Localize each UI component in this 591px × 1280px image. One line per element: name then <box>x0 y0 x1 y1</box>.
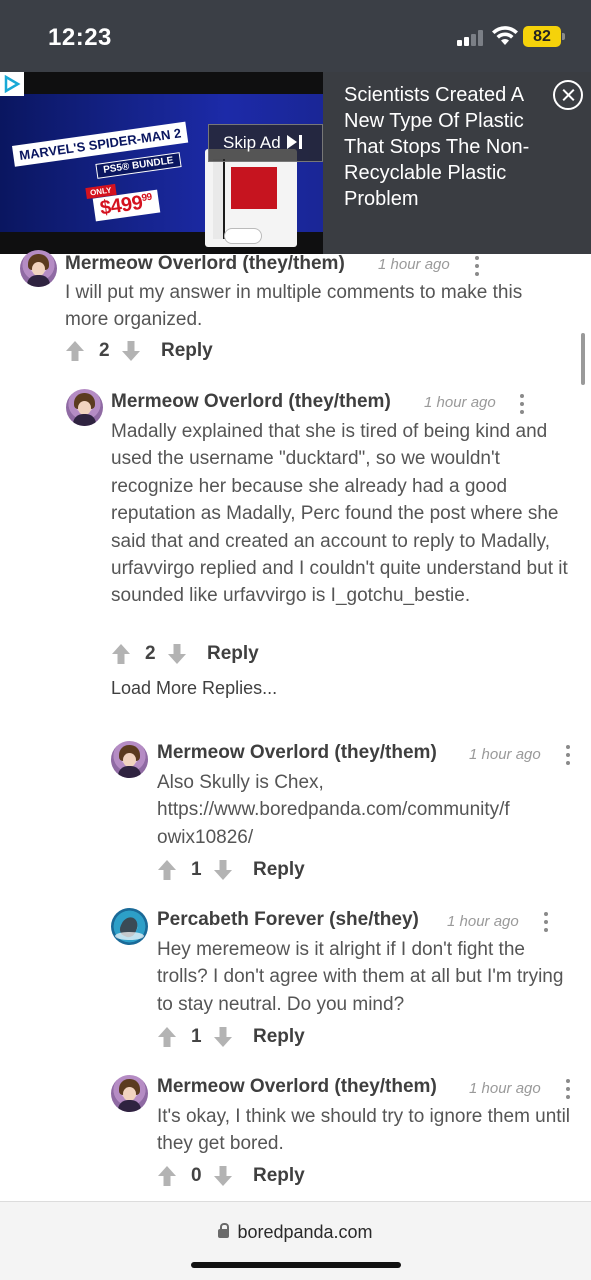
more-options-icon[interactable] <box>565 1078 571 1100</box>
comment-time: 1 hour ago <box>447 913 519 930</box>
comment-text: I will put my answer in multiple comment… <box>65 282 523 331</box>
comment-author[interactable]: Mermeow Overlord (they/them) <box>111 391 391 413</box>
upvote-icon[interactable] <box>157 1165 177 1187</box>
ad-banner[interactable]: MARVEL'S SPIDER-MAN 2 PS5® BUNDLE ONLY $… <box>0 72 591 254</box>
battery-indicator: 82 <box>523 26 565 47</box>
avatar[interactable] <box>111 1075 148 1112</box>
comment-actions: 1 Reply <box>157 1026 357 1050</box>
reply-button[interactable]: Reply <box>253 1165 305 1187</box>
comment-link[interactable]: https://www.boredpanda.com/community/f <box>157 796 577 823</box>
downvote-icon[interactable] <box>213 1165 233 1187</box>
controller-image <box>224 228 262 244</box>
wifi-icon <box>491 25 519 47</box>
reply-button[interactable]: Reply <box>207 643 259 665</box>
promo-price-dollars: $499 <box>98 191 144 220</box>
upvote-icon[interactable] <box>111 643 131 665</box>
ad-video[interactable]: MARVEL'S SPIDER-MAN 2 PS5® BUNDLE ONLY $… <box>0 72 323 254</box>
comment-text: Also Skully is Chex, https://www.boredpa… <box>157 769 577 851</box>
upvote-icon[interactable] <box>157 1026 177 1048</box>
avatar[interactable] <box>66 389 103 426</box>
comment-author[interactable]: Mermeow Overlord (they/them) <box>157 742 437 764</box>
comment-text-line: Also Skully is Chex, <box>157 772 324 793</box>
scrollbar[interactable] <box>581 333 585 385</box>
downvote-icon[interactable] <box>167 643 187 665</box>
vote-count: 2 <box>99 340 110 361</box>
comment-actions: 0 Reply <box>157 1165 357 1189</box>
comment-time: 1 hour ago <box>424 394 496 411</box>
comment-author[interactable]: Percabeth Forever (she/they) <box>157 909 419 931</box>
comment-author[interactable]: Mermeow Overlord (they/them) <box>65 253 345 275</box>
vote-count: 0 <box>191 1165 202 1186</box>
adchoices-icon[interactable] <box>0 72 24 96</box>
promo-price-cents: 99 <box>140 191 153 205</box>
comment-time: 1 hour ago <box>378 256 450 273</box>
home-indicator[interactable] <box>191 1262 401 1268</box>
skip-ad-label: Skip Ad <box>223 133 281 152</box>
skip-ad-button[interactable]: Skip Ad <box>208 124 323 162</box>
downvote-icon[interactable] <box>213 1026 233 1048</box>
reply-button[interactable]: Reply <box>253 1026 305 1048</box>
avatar[interactable] <box>20 250 57 287</box>
lock-icon <box>218 1223 230 1238</box>
vote-count: 1 <box>191 1026 202 1047</box>
browser-address-bar[interactable]: boredpanda.com <box>0 1201 591 1280</box>
reply-button[interactable]: Reply <box>253 859 305 881</box>
upvote-icon[interactable] <box>157 859 177 881</box>
status-time: 12:23 <box>48 24 112 51</box>
promo-subtitle: PS5® BUNDLE <box>95 152 182 179</box>
comment-text: It's okay, I think we should try to igno… <box>157 1106 571 1155</box>
avatar[interactable] <box>111 908 148 945</box>
comment-text: Madally explained that she is tired of b… <box>111 421 568 607</box>
comment-actions: 2 Reply <box>111 643 311 667</box>
avatar[interactable] <box>111 741 148 778</box>
downvote-icon[interactable] <box>121 340 141 362</box>
close-icon[interactable] <box>553 80 583 110</box>
vote-count: 2 <box>145 643 156 664</box>
ad-creative: MARVEL'S SPIDER-MAN 2 PS5® BUNDLE ONLY $… <box>0 94 323 247</box>
more-options-icon[interactable] <box>519 393 525 415</box>
comment-time: 1 hour ago <box>469 1080 541 1097</box>
comment-actions: 2 Reply <box>65 340 265 364</box>
comment-text: Hey meremeow is it alright if I don't fi… <box>157 939 564 1015</box>
comment-actions: 1 Reply <box>157 859 357 883</box>
skip-icon <box>286 135 297 149</box>
cellular-signal-icon <box>457 30 485 46</box>
url-text: boredpanda.com <box>237 1222 373 1242</box>
comment-link[interactable]: owix10826/ <box>157 824 577 851</box>
downvote-icon[interactable] <box>213 859 233 881</box>
status-bar: 12:23 82 <box>0 0 591 72</box>
upvote-icon[interactable] <box>65 340 85 362</box>
url-display[interactable]: boredpanda.com <box>0 1222 591 1243</box>
more-options-icon[interactable] <box>474 255 480 277</box>
more-options-icon[interactable] <box>565 744 571 766</box>
ad-headline[interactable]: Scientists Created A New Type Of Plastic… <box>344 82 544 212</box>
reply-button[interactable]: Reply <box>161 340 213 362</box>
load-more-replies-link[interactable]: Load More Replies... <box>111 678 277 699</box>
more-options-icon[interactable] <box>543 911 549 933</box>
comment-time: 1 hour ago <box>469 746 541 763</box>
vote-count: 1 <box>191 859 202 880</box>
comment-author[interactable]: Mermeow Overlord (they/them) <box>157 1076 437 1098</box>
